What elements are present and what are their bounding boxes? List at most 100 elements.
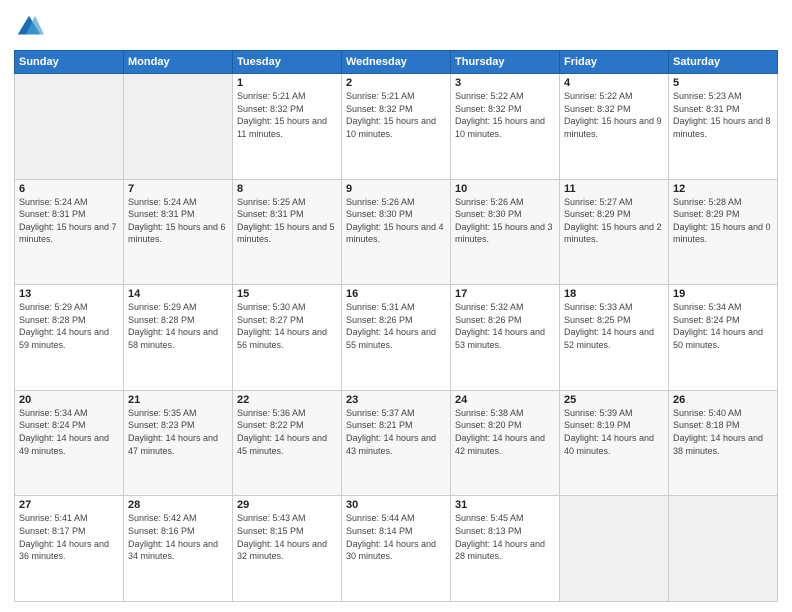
day-cell: 17Sunrise: 5:32 AM Sunset: 8:26 PM Dayli… <box>451 285 560 391</box>
day-number: 15 <box>237 288 337 300</box>
day-info: Sunrise: 5:33 AM Sunset: 8:25 PM Dayligh… <box>564 301 664 351</box>
week-row-3: 13 Sunrise: 5:29 AM Sunset: 8:28 PM Dayli… <box>15 285 778 391</box>
logo <box>14 12 48 42</box>
day-info: Sunrise: 5:38 AM Sunset: 8:20 PM Dayligh… <box>455 407 555 457</box>
day-info: Sunrise: 5:45 AM Sunset: 8:13 PM Dayligh… <box>455 512 555 562</box>
day-cell: 25Sunrise: 5:39 AM Sunset: 8:19 PM Dayli… <box>560 390 669 496</box>
day-info: Sunrise: 5:34 AM Sunset: 8:24 PM Dayligh… <box>19 407 119 457</box>
day-cell <box>15 74 124 180</box>
day-cell: 9Sunrise: 5:26 AM Sunset: 8:30 PM Daylig… <box>342 179 451 285</box>
day-number: 16 <box>346 288 446 300</box>
day-number: 19 <box>673 288 773 300</box>
day-cell: 20Sunrise: 5:34 AM Sunset: 8:24 PM Dayli… <box>15 390 124 496</box>
day-cell: 14Sunrise: 5:29 AM Sunset: 8:28 PM Dayli… <box>124 285 233 391</box>
day-number: 10 <box>455 183 555 195</box>
day-number: 26 <box>673 394 773 406</box>
weekday-header-tuesday: Tuesday <box>233 51 342 74</box>
day-info: Sunrise: 5:26 AM Sunset: 8:30 PM Dayligh… <box>455 196 555 246</box>
day-cell: 10Sunrise: 5:26 AM Sunset: 8:30 PM Dayli… <box>451 179 560 285</box>
day-info: Sunrise: 5:21 AM Sunset: 8:32 PM Dayligh… <box>237 90 337 140</box>
day-info: Sunrise: 5:25 AM Sunset: 8:31 PM Dayligh… <box>237 196 337 246</box>
day-cell: 23Sunrise: 5:37 AM Sunset: 8:21 PM Dayli… <box>342 390 451 496</box>
day-cell: 28Sunrise: 5:42 AM Sunset: 8:16 PM Dayli… <box>124 496 233 602</box>
day-info: Sunrise: 5:41 AM Sunset: 8:17 PM Dayligh… <box>19 512 119 562</box>
day-info: Sunrise: 5:29 AM Sunset: 8:28 PM Dayligh… <box>128 301 228 351</box>
day-number: 31 <box>455 499 555 511</box>
logo-icon <box>14 12 44 42</box>
day-cell <box>560 496 669 602</box>
weekday-header-thursday: Thursday <box>451 51 560 74</box>
day-number: 11 <box>564 183 664 195</box>
day-number: 6 <box>19 183 119 195</box>
day-number: 29 <box>237 499 337 511</box>
calendar: SundayMondayTuesdayWednesdayThursdayFrid… <box>14 50 778 602</box>
day-cell: 19Sunrise: 5:34 AM Sunset: 8:24 PM Dayli… <box>669 285 778 391</box>
day-number: 18 <box>564 288 664 300</box>
day-cell: 6Sunrise: 5:24 AM Sunset: 8:31 PM Daylig… <box>15 179 124 285</box>
week-row-5: 27Sunrise: 5:41 AM Sunset: 8:17 PM Dayli… <box>15 496 778 602</box>
day-cell: 24Sunrise: 5:38 AM Sunset: 8:20 PM Dayli… <box>451 390 560 496</box>
day-info: Sunrise: 5:26 AM Sunset: 8:30 PM Dayligh… <box>346 196 446 246</box>
day-cell: 31Sunrise: 5:45 AM Sunset: 8:13 PM Dayli… <box>451 496 560 602</box>
day-number: 3 <box>455 77 555 89</box>
day-cell: 16Sunrise: 5:31 AM Sunset: 8:26 PM Dayli… <box>342 285 451 391</box>
day-cell: 21Sunrise: 5:35 AM Sunset: 8:23 PM Dayli… <box>124 390 233 496</box>
weekday-header-row: SundayMondayTuesdayWednesdayThursdayFrid… <box>15 51 778 74</box>
day-number: 13 <box>19 288 119 300</box>
day-number: 30 <box>346 499 446 511</box>
day-info: Sunrise: 5:43 AM Sunset: 8:15 PM Dayligh… <box>237 512 337 562</box>
day-cell: 7Sunrise: 5:24 AM Sunset: 8:31 PM Daylig… <box>124 179 233 285</box>
day-info: Sunrise: 5:34 AM Sunset: 8:24 PM Dayligh… <box>673 301 773 351</box>
day-cell: 29Sunrise: 5:43 AM Sunset: 8:15 PM Dayli… <box>233 496 342 602</box>
day-number: 22 <box>237 394 337 406</box>
day-cell: 11Sunrise: 5:27 AM Sunset: 8:29 PM Dayli… <box>560 179 669 285</box>
day-info: Sunrise: 5:40 AM Sunset: 8:18 PM Dayligh… <box>673 407 773 457</box>
week-row-1: 1Sunrise: 5:21 AM Sunset: 8:32 PM Daylig… <box>15 74 778 180</box>
day-number: 20 <box>19 394 119 406</box>
day-cell: 12Sunrise: 5:28 AM Sunset: 8:29 PM Dayli… <box>669 179 778 285</box>
weekday-header-sunday: Sunday <box>15 51 124 74</box>
day-number: 21 <box>128 394 228 406</box>
day-number: 8 <box>237 183 337 195</box>
day-number: 17 <box>455 288 555 300</box>
day-number: 5 <box>673 77 773 89</box>
day-number: 1 <box>237 77 337 89</box>
day-cell: 3Sunrise: 5:22 AM Sunset: 8:32 PM Daylig… <box>451 74 560 180</box>
day-number: 23 <box>346 394 446 406</box>
day-info: Sunrise: 5:31 AM Sunset: 8:26 PM Dayligh… <box>346 301 446 351</box>
day-cell: 27Sunrise: 5:41 AM Sunset: 8:17 PM Dayli… <box>15 496 124 602</box>
week-row-4: 20Sunrise: 5:34 AM Sunset: 8:24 PM Dayli… <box>15 390 778 496</box>
day-info: Sunrise: 5:42 AM Sunset: 8:16 PM Dayligh… <box>128 512 228 562</box>
day-number: 12 <box>673 183 773 195</box>
day-info: Sunrise: 5:27 AM Sunset: 8:29 PM Dayligh… <box>564 196 664 246</box>
day-cell: 2Sunrise: 5:21 AM Sunset: 8:32 PM Daylig… <box>342 74 451 180</box>
day-number: 14 <box>128 288 228 300</box>
day-cell: 15Sunrise: 5:30 AM Sunset: 8:27 PM Dayli… <box>233 285 342 391</box>
day-info: Sunrise: 5:22 AM Sunset: 8:32 PM Dayligh… <box>564 90 664 140</box>
day-number: 4 <box>564 77 664 89</box>
day-cell <box>124 74 233 180</box>
page: SundayMondayTuesdayWednesdayThursdayFrid… <box>0 0 792 612</box>
day-number: 2 <box>346 77 446 89</box>
day-info: Sunrise: 5:28 AM Sunset: 8:29 PM Dayligh… <box>673 196 773 246</box>
weekday-header-friday: Friday <box>560 51 669 74</box>
day-number: 7 <box>128 183 228 195</box>
day-number: 24 <box>455 394 555 406</box>
day-cell: 22Sunrise: 5:36 AM Sunset: 8:22 PM Dayli… <box>233 390 342 496</box>
weekday-header-wednesday: Wednesday <box>342 51 451 74</box>
day-cell: 8Sunrise: 5:25 AM Sunset: 8:31 PM Daylig… <box>233 179 342 285</box>
day-number: 9 <box>346 183 446 195</box>
weekday-header-saturday: Saturday <box>669 51 778 74</box>
day-number: 27 <box>19 499 119 511</box>
day-info: Sunrise: 5:36 AM Sunset: 8:22 PM Dayligh… <box>237 407 337 457</box>
day-cell: 30Sunrise: 5:44 AM Sunset: 8:14 PM Dayli… <box>342 496 451 602</box>
weekday-header-monday: Monday <box>124 51 233 74</box>
week-row-2: 6Sunrise: 5:24 AM Sunset: 8:31 PM Daylig… <box>15 179 778 285</box>
day-info: Sunrise: 5:32 AM Sunset: 8:26 PM Dayligh… <box>455 301 555 351</box>
day-info: Sunrise: 5:23 AM Sunset: 8:31 PM Dayligh… <box>673 90 773 140</box>
header <box>14 12 778 42</box>
day-info: Sunrise: 5:35 AM Sunset: 8:23 PM Dayligh… <box>128 407 228 457</box>
day-cell <box>669 496 778 602</box>
day-cell: 18Sunrise: 5:33 AM Sunset: 8:25 PM Dayli… <box>560 285 669 391</box>
day-cell: 5Sunrise: 5:23 AM Sunset: 8:31 PM Daylig… <box>669 74 778 180</box>
